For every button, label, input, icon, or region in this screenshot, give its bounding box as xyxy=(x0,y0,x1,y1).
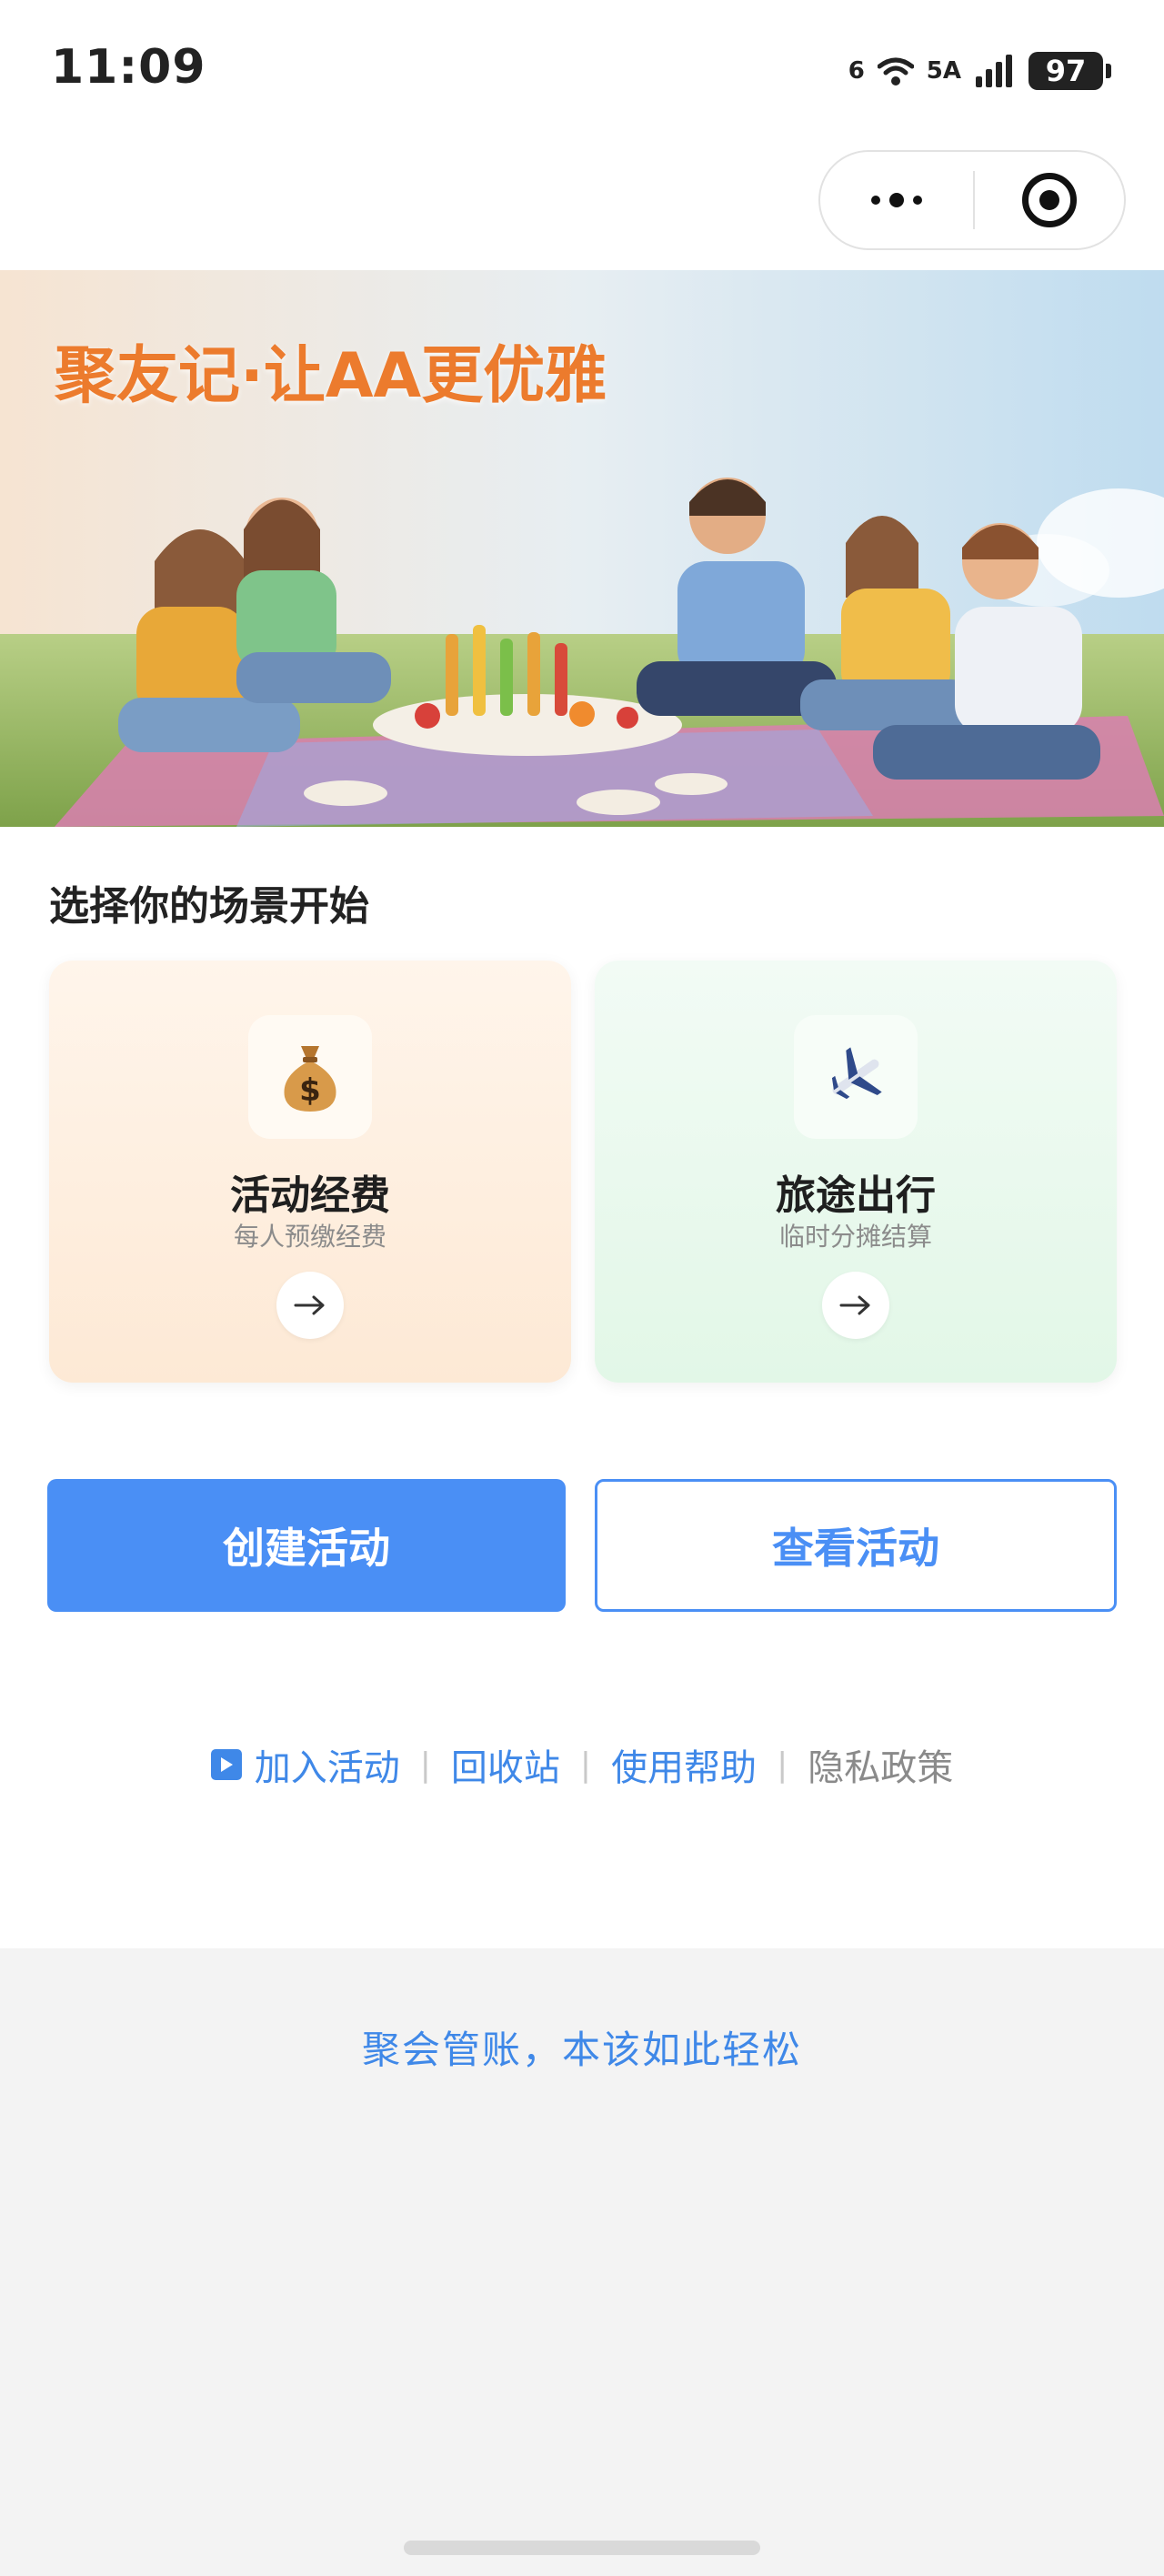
dot-icon xyxy=(889,193,904,207)
privacy-policy-link[interactable]: 隐私政策 xyxy=(808,1738,953,1791)
section-title: 选择你的场景开始 xyxy=(49,883,369,930)
arrow-right-button[interactable] xyxy=(822,1272,889,1339)
battery-level: 97 xyxy=(1029,52,1103,90)
recycle-bin-link[interactable]: 回收站 xyxy=(451,1738,560,1791)
hero-banner: 聚友记·让AA更优雅 xyxy=(0,270,1164,827)
status-indicators: 6 5A 97 xyxy=(848,47,1111,95)
scene-card-trip[interactable]: 旅途出行 临时分摊结算 xyxy=(595,961,1117,1383)
dot-icon xyxy=(871,196,880,205)
status-time: 11:09 xyxy=(51,40,206,95)
network-label: 6 xyxy=(848,57,865,85)
arrow-right-button[interactable] xyxy=(276,1272,344,1339)
scene-desc: 每人预缴经费 xyxy=(233,1222,386,1252)
more-menu-button[interactable] xyxy=(820,152,973,248)
arrow-right-icon xyxy=(839,1295,870,1315)
scene-desc: 临时分摊结算 xyxy=(778,1222,932,1252)
miniprogram-capsule xyxy=(818,150,1126,250)
money-bag-icon: $ xyxy=(284,1046,336,1112)
status-bar: 11:09 6 5A 97 xyxy=(0,0,1164,136)
banner-title: 聚友记·让AA更优雅 xyxy=(55,340,607,412)
signal-icon xyxy=(976,55,1012,87)
scene-name: 旅途出行 xyxy=(776,1172,936,1219)
wifi-icon xyxy=(877,57,914,86)
join-activity-link[interactable]: 加入活动 xyxy=(255,1738,400,1791)
link-divider: | xyxy=(419,1746,431,1784)
dot-icon xyxy=(913,196,922,205)
close-miniprogram-button[interactable] xyxy=(975,152,1124,248)
battery-icon: 97 xyxy=(1029,52,1111,90)
network-label-5a: 5A xyxy=(926,57,961,85)
scene-name: 活动经费 xyxy=(230,1172,390,1219)
home-indicator[interactable] xyxy=(404,2541,760,2555)
view-activity-button[interactable]: 查看活动 xyxy=(595,1479,1117,1612)
battery-tip xyxy=(1106,64,1111,78)
scene-card-activity-fund[interactable]: $ 活动经费 每人预缴经费 xyxy=(49,961,571,1383)
link-divider: | xyxy=(777,1746,788,1784)
link-divider: | xyxy=(579,1746,592,1784)
footer-slogan: 聚会管账，本该如此轻松 xyxy=(361,2028,802,2072)
airplane-icon-box xyxy=(794,1015,918,1139)
svg-text:$: $ xyxy=(299,1072,321,1109)
arrow-right-icon xyxy=(294,1295,325,1315)
footer-links: 加入活动 | 回收站 | 使用帮助 | 隐私政策 xyxy=(0,1739,1164,1790)
create-activity-button[interactable]: 创建活动 xyxy=(47,1479,566,1612)
money-bag-icon-box: $ xyxy=(248,1015,372,1139)
target-icon xyxy=(1022,173,1077,227)
play-icon xyxy=(210,1749,242,1780)
help-link[interactable]: 使用帮助 xyxy=(611,1738,757,1791)
airplane-icon xyxy=(831,1047,882,1100)
